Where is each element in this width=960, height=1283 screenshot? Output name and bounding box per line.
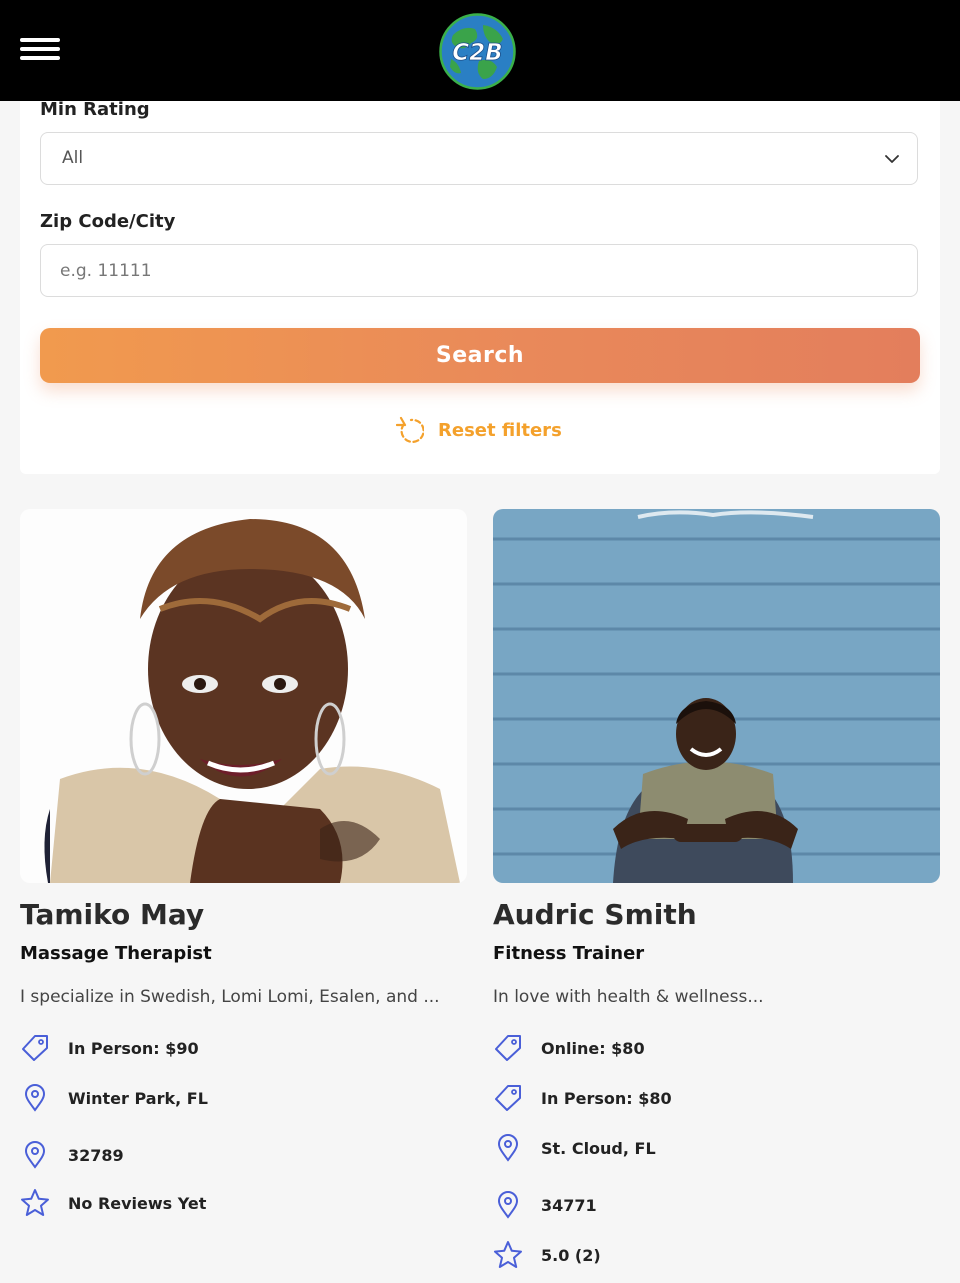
city-text: Winter Park, FL xyxy=(68,1088,208,1108)
star-icon xyxy=(20,1188,50,1218)
zip-code-label: Zip Code/City xyxy=(40,211,176,232)
min-rating-label: Min Rating xyxy=(40,99,150,120)
refresh-icon xyxy=(396,416,424,443)
provider-photo[interactable] xyxy=(493,509,940,883)
star-icon xyxy=(493,1240,523,1270)
rating-text: No Reviews Yet xyxy=(68,1193,207,1213)
rating-text: 5.0 (2) xyxy=(541,1245,601,1265)
provider-bio: In love with health & wellness... xyxy=(493,987,764,1007)
provider-title: Fitness Trainer xyxy=(493,943,645,964)
zip-row: 32789 xyxy=(20,1137,124,1173)
price-online-row: Online: $80 xyxy=(493,1030,645,1066)
reset-filters-label: Reset filters xyxy=(438,419,562,441)
provider-name[interactable]: Audric Smith xyxy=(493,898,697,931)
price-in-person-row: In Person: $80 xyxy=(493,1080,672,1116)
zip-row: 34771 xyxy=(493,1187,597,1223)
location-pin-icon xyxy=(20,1140,50,1170)
price-text: In Person: $80 xyxy=(541,1088,672,1108)
min-rating-selected-value: All xyxy=(62,148,84,168)
city-row: St. Cloud, FL xyxy=(493,1130,656,1166)
rating-row: No Reviews Yet xyxy=(20,1185,206,1221)
zip-text: 34771 xyxy=(541,1195,597,1215)
zip-text: 32789 xyxy=(68,1145,124,1165)
filter-panel: Min Rating All Zip Code/City Search Rese… xyxy=(20,90,940,474)
price-text: In Person: $90 xyxy=(68,1038,199,1058)
price-tag-icon xyxy=(493,1033,523,1063)
zip-code-input[interactable] xyxy=(40,244,918,297)
c2b-logo[interactable]: C2B xyxy=(439,13,516,90)
hamburger-menu-icon[interactable] xyxy=(20,38,60,64)
location-pin-icon xyxy=(493,1190,523,1220)
provider-title: Massage Therapist xyxy=(20,943,212,964)
price-tag-icon xyxy=(20,1033,50,1063)
city-row: Winter Park, FL xyxy=(20,1080,208,1116)
price-text: Online: $80 xyxy=(541,1038,645,1058)
provider-bio: I specialize in Swedish, Lomi Lomi, Esal… xyxy=(20,987,440,1007)
city-text: St. Cloud, FL xyxy=(541,1138,656,1158)
location-pin-icon xyxy=(493,1133,523,1163)
min-rating-select[interactable]: All xyxy=(40,132,918,185)
reset-filters-button[interactable]: Reset filters xyxy=(396,414,562,446)
rating-row: 5.0 (2) xyxy=(493,1237,601,1273)
top-navigation-bar: C2B xyxy=(0,0,960,101)
chevron-down-icon xyxy=(885,155,899,163)
price-tag-icon xyxy=(493,1083,523,1113)
provider-photo[interactable] xyxy=(20,509,467,883)
location-pin-icon xyxy=(20,1083,50,1113)
svg-text:C2B: C2B xyxy=(452,40,502,66)
provider-name[interactable]: Tamiko May xyxy=(20,898,204,931)
price-in-person-row: In Person: $90 xyxy=(20,1030,199,1066)
search-button[interactable]: Search xyxy=(40,328,920,383)
